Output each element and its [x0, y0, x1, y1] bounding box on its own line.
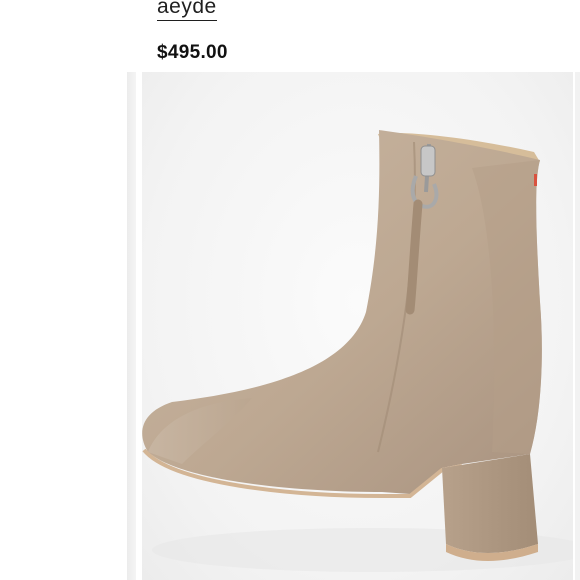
image-gallery[interactable]: [0, 72, 580, 580]
brand-link[interactable]: aeyde: [157, 0, 217, 21]
previous-image-thumbnail[interactable]: [127, 72, 136, 580]
next-image-thumbnail[interactable]: [575, 72, 580, 580]
product-price: $495.00: [157, 42, 228, 63]
boot-image: [142, 130, 573, 572]
product-image[interactable]: [142, 72, 573, 580]
